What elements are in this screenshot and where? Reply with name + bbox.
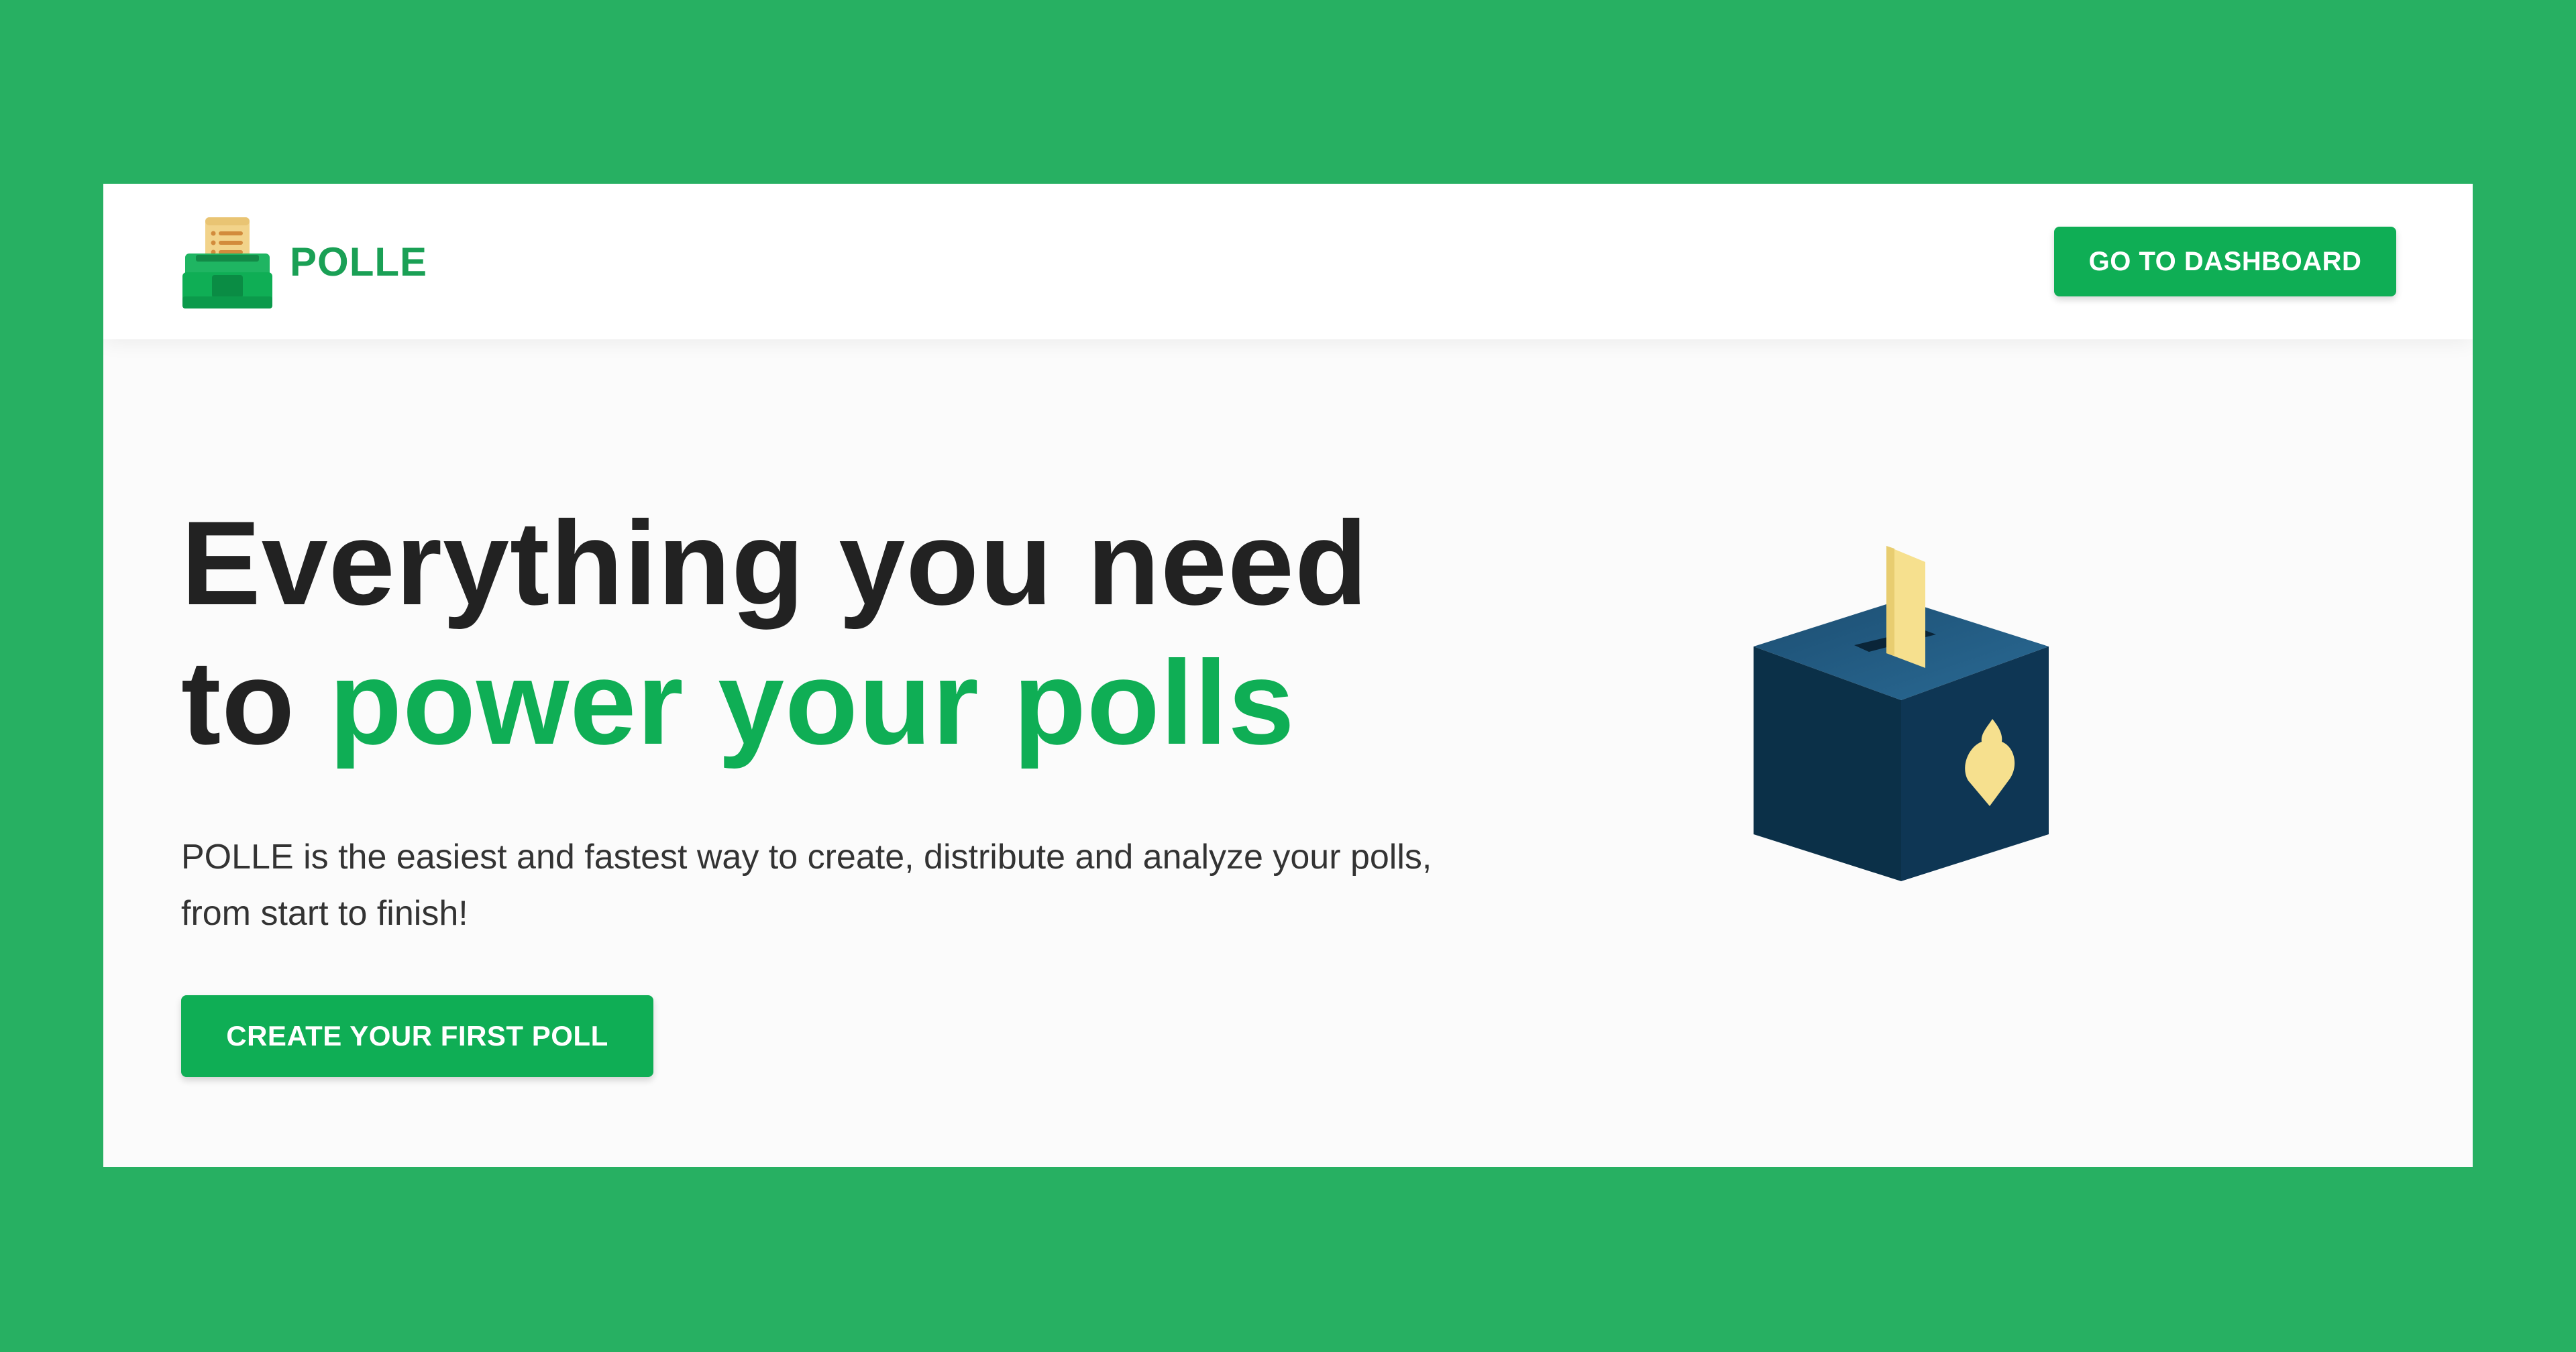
hero-title-accent: power your polls [329,636,1295,769]
landing-page: POLLE GO TO DASHBOARD Everything you nee… [103,184,2473,1167]
hero-title-line2-prefix: to [181,636,329,769]
ballot-tray-icon [182,217,272,308]
ballot-box-icon [1754,546,2049,881]
navbar: POLLE GO TO DASHBOARD [103,184,2473,339]
hero-subtitle: POLLE is the easiest and fastest way to … [181,838,1432,933]
hero-title-line1: Everything you need [181,496,1368,630]
go-to-dashboard-button[interactable]: GO TO DASHBOARD [2054,227,2396,296]
hero-title: Everything you need to power your polls [181,494,1368,773]
create-first-poll-button[interactable]: CREATE YOUR FIRST POLL [181,995,653,1077]
brand-name: POLLE [290,239,428,284]
brand[interactable]: POLLE [182,215,427,308]
